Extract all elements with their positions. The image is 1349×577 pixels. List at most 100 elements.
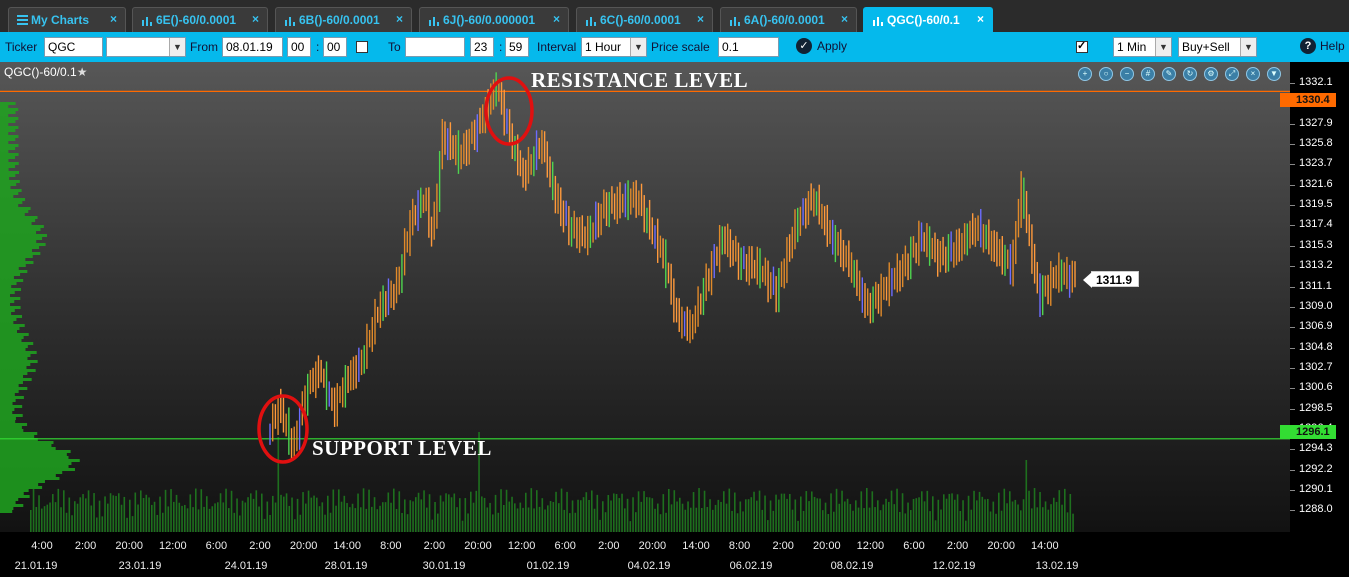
close-icon[interactable]: ×	[841, 12, 848, 26]
tab-6e[interactable]: 6E()-60/0.0001 ×	[132, 7, 268, 32]
close-icon[interactable]: ×	[1246, 67, 1260, 81]
volume-profile-bar	[0, 420, 16, 423]
lock-checkbox[interactable]	[356, 41, 368, 53]
volume-bar	[335, 505, 337, 532]
volume-profile-bar	[0, 207, 31, 210]
volume-bar	[846, 498, 849, 532]
volume-bar	[57, 488, 60, 532]
date-tick-label: 06.02.19	[729, 560, 773, 572]
volume-bar	[525, 492, 527, 532]
time-axis[interactable]: 4:00 2:00 20:00 12:00 6:00 2:00 20:00 14:00 8:00…	[0, 532, 1290, 577]
price-chart[interactable]: QGC()-60/0.1★ + ○ − # ✎ ↻ ⚙ ⤢ × ▼ RESIST…	[0, 62, 1349, 577]
close-icon[interactable]: ×	[252, 12, 259, 26]
volume-bar	[357, 493, 359, 532]
volume-bar	[566, 491, 568, 532]
volume-bar	[604, 512, 607, 532]
ticker-input[interactable]	[44, 37, 103, 57]
volume-bar	[129, 499, 131, 532]
time-tick-label: 2:00	[249, 540, 271, 552]
volume-bar	[373, 497, 376, 532]
volume-bar	[500, 489, 502, 532]
time-tick-label: 20:00	[289, 540, 318, 552]
volume-bar	[558, 503, 560, 532]
volume-bar	[816, 498, 819, 532]
tab-6a[interactable]: 6A()-60/0.0001 ×	[720, 7, 857, 32]
volume-bar	[522, 507, 524, 532]
volume-profile-bar	[0, 312, 12, 315]
volume-profile-bar	[0, 507, 14, 510]
mode-dropdown[interactable]: 1 Min ▼	[1113, 37, 1172, 57]
from-date-input[interactable]	[222, 37, 283, 57]
volume-bar	[1061, 504, 1063, 532]
volume-profile-bar	[0, 354, 31, 357]
close-icon[interactable]: ×	[977, 12, 984, 26]
volume-bar	[756, 500, 758, 532]
tab-qgc[interactable]: QGC()-60/0.1 ×	[863, 7, 993, 32]
favorite-star-icon[interactable]: ★	[77, 65, 88, 79]
volume-profile-bar	[0, 462, 72, 465]
ticker-dropdown[interactable]: ▼	[106, 37, 186, 57]
date-tick-label: 30.01.19	[422, 560, 466, 572]
volume-profile-bar	[0, 228, 41, 231]
volume-profile-bar	[0, 126, 19, 129]
volume-profile-bar	[0, 453, 67, 456]
list-icon	[17, 15, 28, 25]
to-hour-input[interactable]	[470, 37, 494, 57]
volume-profile-bar	[0, 264, 26, 267]
volume-bar	[74, 501, 76, 532]
time-tick-label: 20:00	[987, 540, 1015, 552]
price-tick-mark	[1290, 449, 1295, 451]
from-hour-input[interactable]	[287, 37, 311, 57]
volume-bar	[299, 514, 302, 532]
volume-profile-bar	[0, 498, 19, 501]
auto-checkbox[interactable]	[1076, 39, 1088, 53]
side-dropdown[interactable]: Buy+Sell ▼	[1178, 37, 1257, 57]
volume-bar	[371, 506, 373, 532]
volume-bar	[239, 515, 241, 532]
price-scale-input[interactable]	[718, 37, 779, 57]
volume-bar	[945, 498, 948, 532]
expand-icon[interactable]: ⤢	[1225, 67, 1239, 81]
gear-icon[interactable]: ⚙	[1204, 67, 1218, 81]
tab-6j[interactable]: 6J()-60/0.000001 ×	[419, 7, 569, 32]
price-tick-label: 1292.2	[1299, 462, 1333, 475]
volume-bar	[547, 505, 549, 532]
volume-profile-bar	[0, 321, 14, 324]
volume-bar	[978, 491, 981, 532]
to-minute-input[interactable]	[505, 37, 529, 57]
volume-bar	[167, 506, 170, 532]
volume-bar	[384, 502, 387, 532]
chart-canvas[interactable]	[0, 62, 1349, 577]
close-icon[interactable]: ×	[396, 12, 403, 26]
interval-dropdown[interactable]: 1 Hour ▼	[581, 37, 647, 57]
price-tick-mark	[1290, 306, 1295, 308]
volume-profile-bar	[0, 366, 27, 369]
close-icon[interactable]: ×	[697, 12, 704, 26]
refresh-icon[interactable]: ↻	[1183, 67, 1197, 81]
from-minute-input[interactable]	[323, 37, 347, 57]
volume-bar	[871, 491, 874, 532]
zoom-icon[interactable]: ○	[1099, 67, 1113, 81]
volume-bar	[494, 494, 497, 532]
zoom-out-icon[interactable]: −	[1120, 67, 1134, 81]
zoom-in-icon[interactable]: +	[1078, 67, 1092, 81]
chevron-down-icon[interactable]: ▼	[1267, 67, 1281, 81]
volume-bar	[591, 490, 593, 532]
volume-bar	[1039, 491, 1041, 532]
draw-icon[interactable]: ✎	[1162, 67, 1176, 81]
volume-bar	[255, 490, 258, 532]
side-value: Buy+Sell	[1182, 40, 1230, 54]
tab-6b[interactable]: 6B()-60/0.0001 ×	[275, 7, 412, 32]
close-icon[interactable]: ×	[110, 12, 117, 26]
bar-chart-icon	[284, 15, 296, 26]
volume-profile-bar	[0, 300, 15, 303]
price-tick-label: 1294.3	[1299, 442, 1333, 455]
volume-bar	[602, 501, 604, 532]
grid-icon[interactable]: #	[1141, 67, 1155, 81]
tab-my-charts[interactable]: My Charts ×	[8, 7, 126, 32]
volume-bar	[208, 508, 211, 532]
close-icon[interactable]: ×	[553, 12, 560, 26]
tab-6c[interactable]: 6C()-60/0.0001 ×	[576, 7, 713, 32]
to-date-input[interactable]	[405, 37, 465, 57]
volume-bar	[233, 512, 236, 532]
